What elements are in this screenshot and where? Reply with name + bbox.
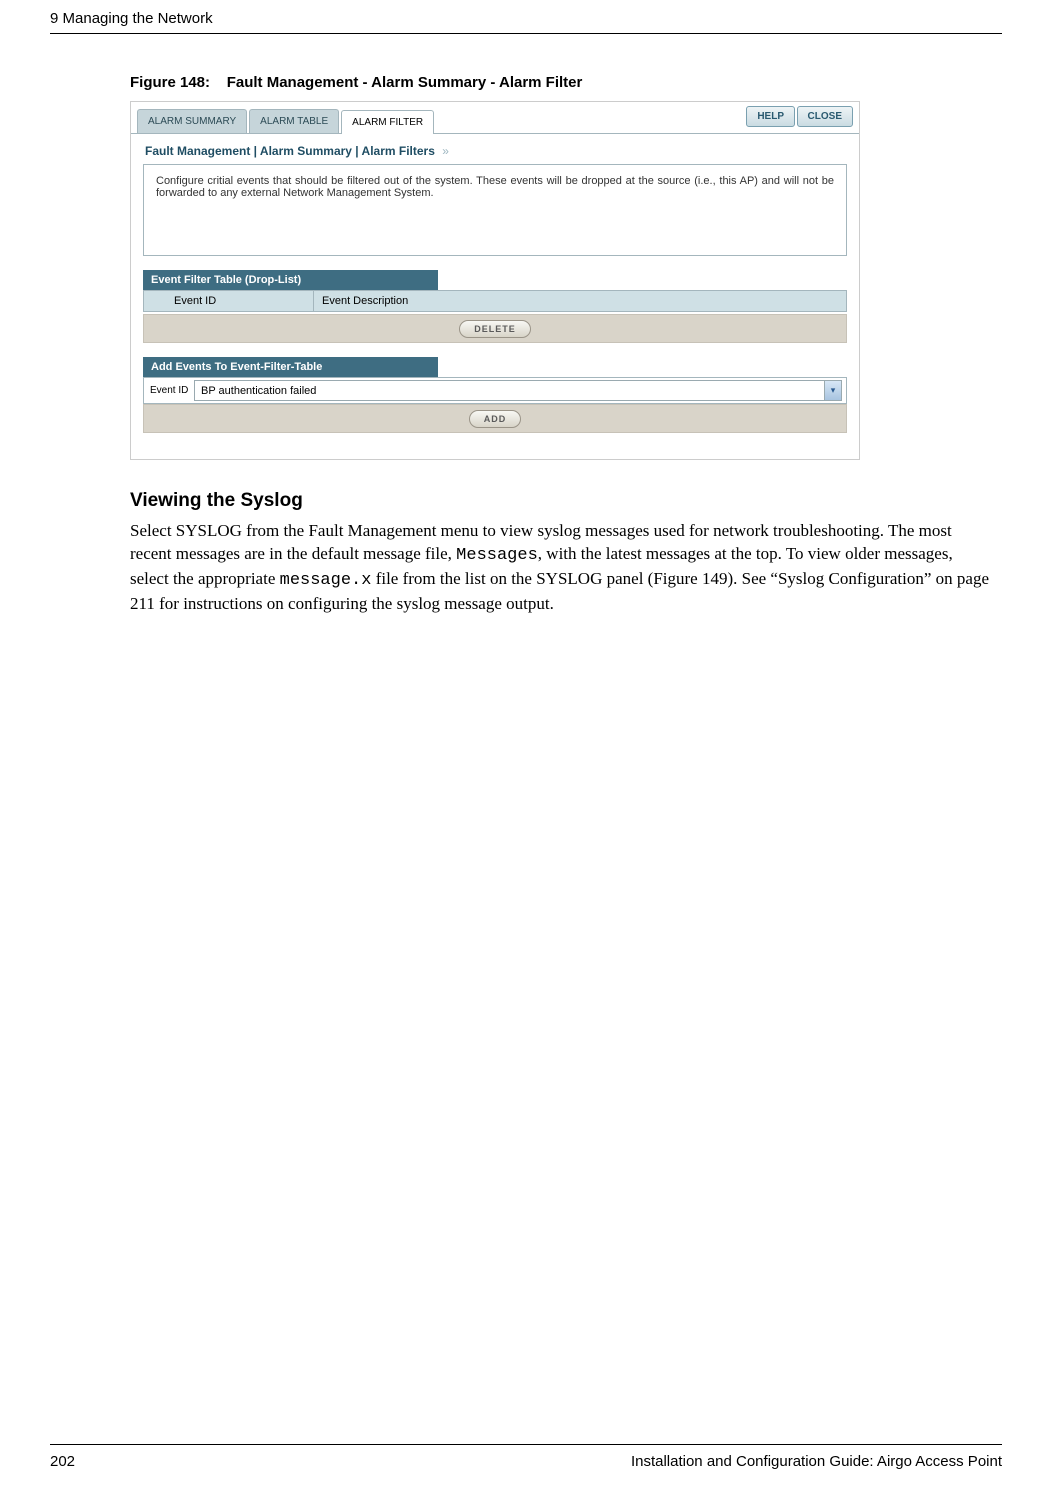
code-messagex: message.x [280, 571, 372, 590]
chevron-down-icon: ▾ [824, 381, 841, 400]
col-event-id: Event ID [144, 291, 314, 311]
tab-alarm-table[interactable]: ALARM TABLE [249, 109, 339, 133]
breadcrumb: Fault Management | Alarm Summary | Alarm… [131, 134, 859, 164]
page-number: 202 [50, 1453, 75, 1470]
event-id-select[interactable]: BP authentication failed ▾ [194, 380, 842, 401]
delete-button[interactable]: DELETE [459, 320, 531, 338]
chevron-icon: » [442, 144, 449, 158]
filter-table: Event ID Event Description [143, 290, 847, 312]
tab-alarm-summary[interactable]: ALARM SUMMARY [137, 109, 247, 133]
delete-bar: DELETE [143, 314, 847, 343]
section-body: Select SYSLOG from the Fault Management … [130, 520, 992, 616]
tab-bar: ALARM SUMMARY ALARM TABLE ALARM FILTER H… [131, 102, 859, 134]
help-button[interactable]: HELP [746, 106, 795, 127]
footer-title: Installation and Configuration Guide: Ai… [631, 1453, 1002, 1470]
code-messages: Messages [456, 546, 538, 565]
screenshot-panel: ALARM SUMMARY ALARM TABLE ALARM FILTER H… [130, 101, 860, 460]
intro-text: Configure critial events that should be … [144, 165, 846, 255]
event-id-selected: BP authentication failed [195, 382, 824, 400]
close-button[interactable]: CLOSE [797, 106, 853, 127]
figure-number: Figure 148: [130, 74, 210, 91]
intro-panel: Configure critial events that should be … [143, 164, 847, 256]
event-id-label: Event ID [148, 385, 194, 396]
add-events-panel: Event ID BP authentication failed ▾ [143, 377, 847, 404]
add-events-header: Add Events To Event-Filter-Table [143, 357, 438, 377]
chapter-title: 9 Managing the Network [50, 10, 213, 27]
figure-title: Fault Management - Alarm Summary - Alarm… [227, 74, 583, 91]
filter-table-header: Event Filter Table (Drop-List) [143, 270, 438, 290]
add-button[interactable]: ADD [469, 410, 522, 428]
add-bar: ADD [143, 404, 847, 433]
section-heading: Viewing the Syslog [130, 490, 992, 512]
col-event-description: Event Description [314, 291, 846, 311]
breadcrumb-text: Fault Management | Alarm Summary | Alarm… [145, 144, 435, 158]
tab-alarm-filter[interactable]: ALARM FILTER [341, 110, 434, 134]
